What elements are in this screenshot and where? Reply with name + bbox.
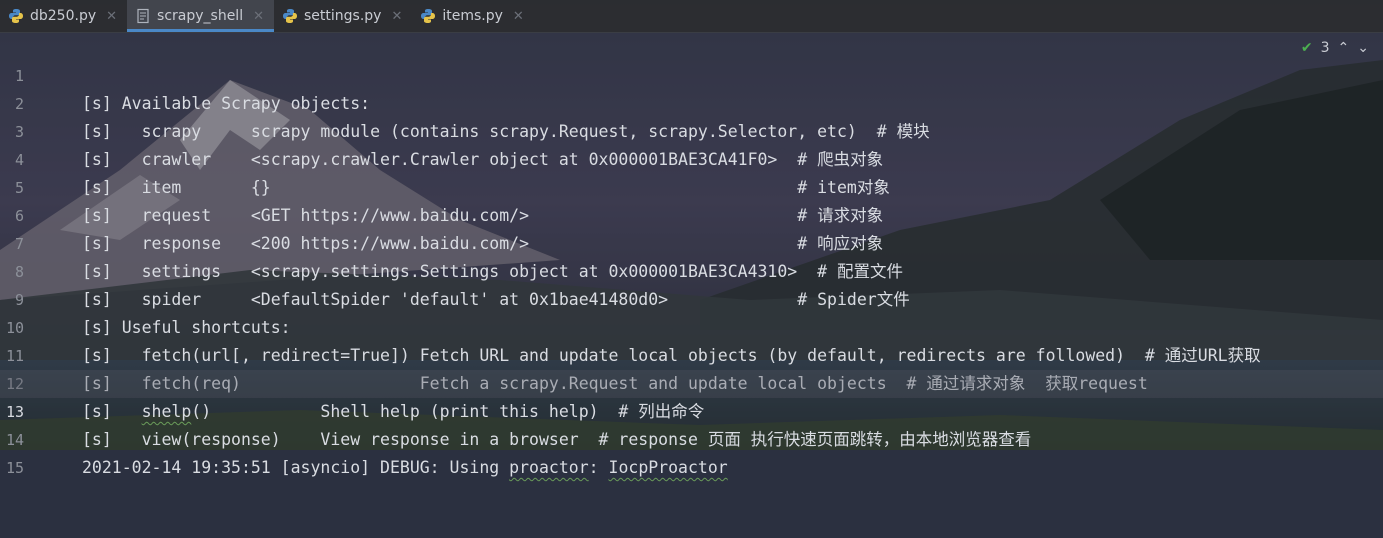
editor-tab-bar: db250.py ✕ scrapy_shell ✕ settings.py ✕ … <box>0 0 1383 33</box>
close-icon[interactable]: ✕ <box>253 9 264 24</box>
text-file-icon <box>137 8 149 24</box>
tab-label: db250.py <box>30 8 97 24</box>
python-file-icon <box>283 9 297 23</box>
chevron-up-icon[interactable]: ⌃ <box>1338 40 1350 56</box>
code-line: 1 [s] Available Scrapy objects: <box>0 34 1383 113</box>
typo-warning: proactor <box>509 458 589 477</box>
inspection-count: 3 <box>1320 40 1330 56</box>
code-line: 6 [s] response <200 https://www.baidu.co… <box>0 174 1383 253</box>
code-line: 2 [s] scrapy scrapy module (contains scr… <box>0 62 1383 141</box>
tab-settings[interactable]: settings.py ✕ <box>274 0 412 32</box>
code-line: 3 [s] crawler <scrapy.crawler.Crawler ob… <box>0 90 1383 169</box>
current-code-line: 13 [s] view(response) View response in a… <box>0 370 1383 449</box>
inspection-widget[interactable]: ✔ 3 ⌃ ⌄ <box>1301 40 1369 56</box>
typo-warning: IocpProactor <box>608 458 728 477</box>
code-line: 10 [s] fetch(url[, redirect=True]) Fetch… <box>0 286 1383 365</box>
code-line: 7 [s] settings <scrapy.settings.Settings… <box>0 202 1383 281</box>
editor-area[interactable]: 1 [s] Available Scrapy objects: 2 [s] sc… <box>0 32 1383 477</box>
tab-scrapy-shell[interactable]: scrapy_shell ✕ <box>127 0 274 32</box>
python-file-icon <box>9 9 23 23</box>
python-file-icon <box>421 9 436 23</box>
chevron-down-icon[interactable]: ⌄ <box>1357 40 1369 56</box>
close-icon[interactable]: ✕ <box>106 9 117 24</box>
code-line: 14 2021-02-14 19:35:51 [asyncio] DEBUG: … <box>0 398 1383 477</box>
close-icon[interactable]: ✕ <box>391 9 402 24</box>
tab-items[interactable]: items.py ✕ <box>412 0 533 32</box>
code-line: 12 [s] shelp() Shell help (print this he… <box>0 342 1383 421</box>
tab-db250[interactable]: db250.py ✕ <box>0 0 127 32</box>
code-line: 8 [s] spider <DefaultSpider 'default' at… <box>0 230 1383 309</box>
close-icon[interactable]: ✕ <box>513 9 524 24</box>
line-text: 2021-02-14 19:35:51 [asyncio] DEBUG: Usi… <box>82 458 728 477</box>
code-line: 11 [s] fetch(req) Fetch a scrapy.Request… <box>0 314 1383 393</box>
code-line: 4 [s] item {} # item对象 <box>0 118 1383 197</box>
tab-label: settings.py <box>304 8 382 24</box>
tab-label: items.py <box>442 8 503 24</box>
tab-label: scrapy_shell <box>157 8 244 24</box>
code-line: 5 [s] request <GET https://www.baidu.com… <box>0 146 1383 225</box>
code-line: 9 [s] Useful shortcuts: <box>0 258 1383 337</box>
line-number: 15 <box>5 459 24 477</box>
inspection-ok-icon: ✔ <box>1300 40 1313 56</box>
